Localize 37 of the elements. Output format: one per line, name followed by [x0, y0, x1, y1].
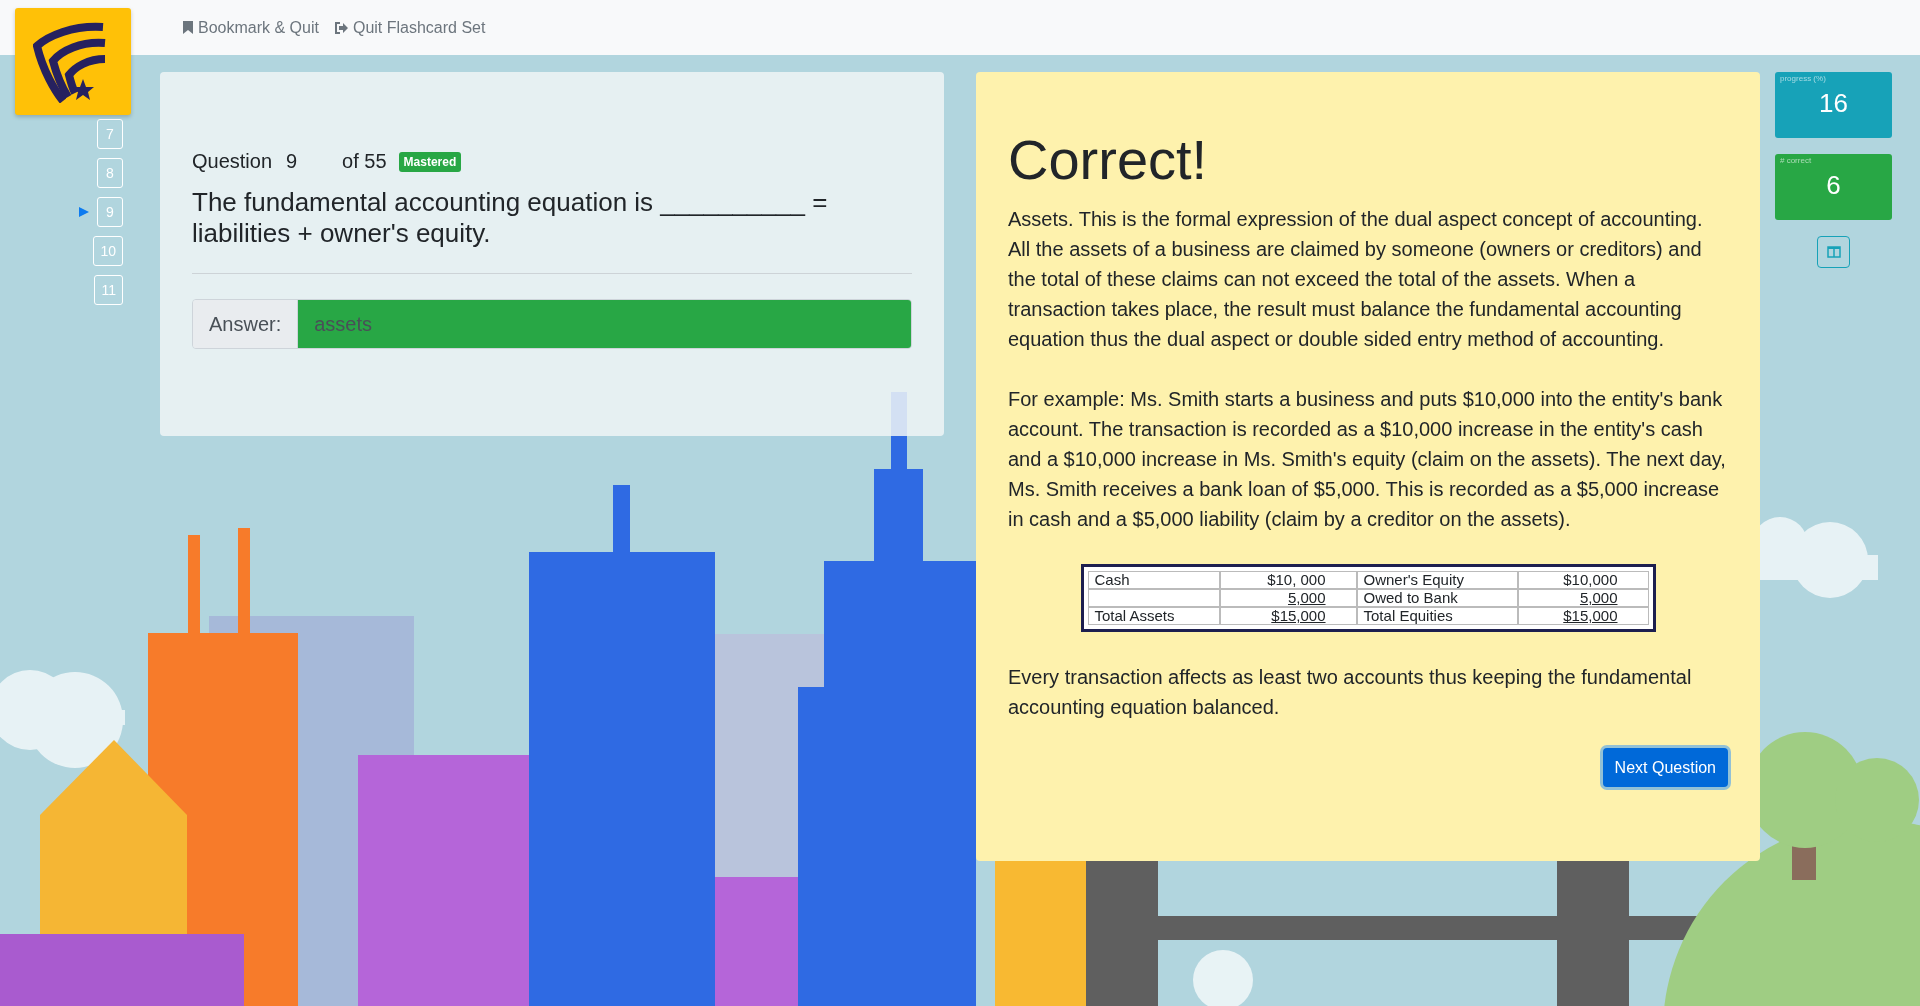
question-number-button[interactable]: 9 [97, 197, 123, 227]
closing-paragraph: Every transaction affects as least two accounts thus keeping the fundamental accounting equation balanced. [1008, 665, 1693, 720]
next-question-button[interactable]: Next Question [1602, 748, 1728, 787]
columns-icon [1826, 246, 1841, 258]
bookmark-quit-link[interactable]: Bookmark & Quit [183, 18, 319, 37]
exit-icon [334, 21, 348, 34]
table-cell: 5,000 [1220, 589, 1357, 607]
question-number-button[interactable]: 7 [97, 119, 123, 149]
explanation-paragraph: Assets. This is the formal expression of the dual aspect concept of accounting. All the assets of a business are claimed by someone (owners or creditors) and the total of these claims can not exceed the total of the assets. When a transaction takes place, the result must balance the fundamental accounting equation thus the dual aspect or double sided entry method of accounting. [1008, 207, 1704, 352]
question-number-button[interactable]: 11 [94, 275, 123, 305]
table-cell: $10,000 [1518, 571, 1649, 589]
table-cell: 5,000 [1518, 589, 1649, 607]
table-cell: $10, 000 [1220, 571, 1357, 589]
explanation-paragraph: For example: Ms. Smith starts a business and puts $10,000 into the entity's bank account. The transaction is recorded as a $10,000 increase in the entity's cash and a $10,000 increase in Ms. Smith's equity (claim on the assets). The next day, Ms. Smith receives a bank loan of $5,000. This is recorded as a $5,000 increase in cash and a $5,000 liability (claim by a creditor on the assets). [1008, 387, 1727, 532]
table-cell: $15,000 [1518, 607, 1649, 625]
bookmark-icon [183, 21, 193, 34]
result-title: Correct! [1008, 128, 1209, 192]
stat-label: progress (%) [1780, 74, 1826, 83]
table-cell: Owner's Equity [1356, 571, 1519, 589]
question-number-button[interactable]: 8 [97, 158, 123, 188]
layout-toggle-button[interactable] [1817, 236, 1850, 268]
mastered-badge: Mastered [398, 151, 462, 172]
answer-field[interactable]: Answer: assets [192, 299, 912, 349]
quit-link[interactable]: Quit Flashcard Set [334, 18, 486, 37]
table-cell: Cash [1087, 571, 1221, 589]
question-total: of 55 [342, 150, 387, 173]
question-text: The fundamental accounting equation is __________ = liabilities + owner's equity. [192, 187, 829, 249]
table-cell: $15,000 [1220, 607, 1357, 625]
table-cell: Total Equities [1356, 607, 1519, 625]
table-cell: Owed to Bank [1356, 589, 1519, 607]
table-cell: Total Assets [1087, 607, 1221, 625]
question-label: Question [192, 150, 273, 173]
stat-value: 16 [1818, 88, 1849, 118]
stat-value: 6 [1825, 170, 1842, 200]
question-number: 9 [286, 150, 299, 173]
stat-label: # correct [1780, 156, 1812, 165]
question-number-button[interactable]: 10 [93, 236, 123, 266]
